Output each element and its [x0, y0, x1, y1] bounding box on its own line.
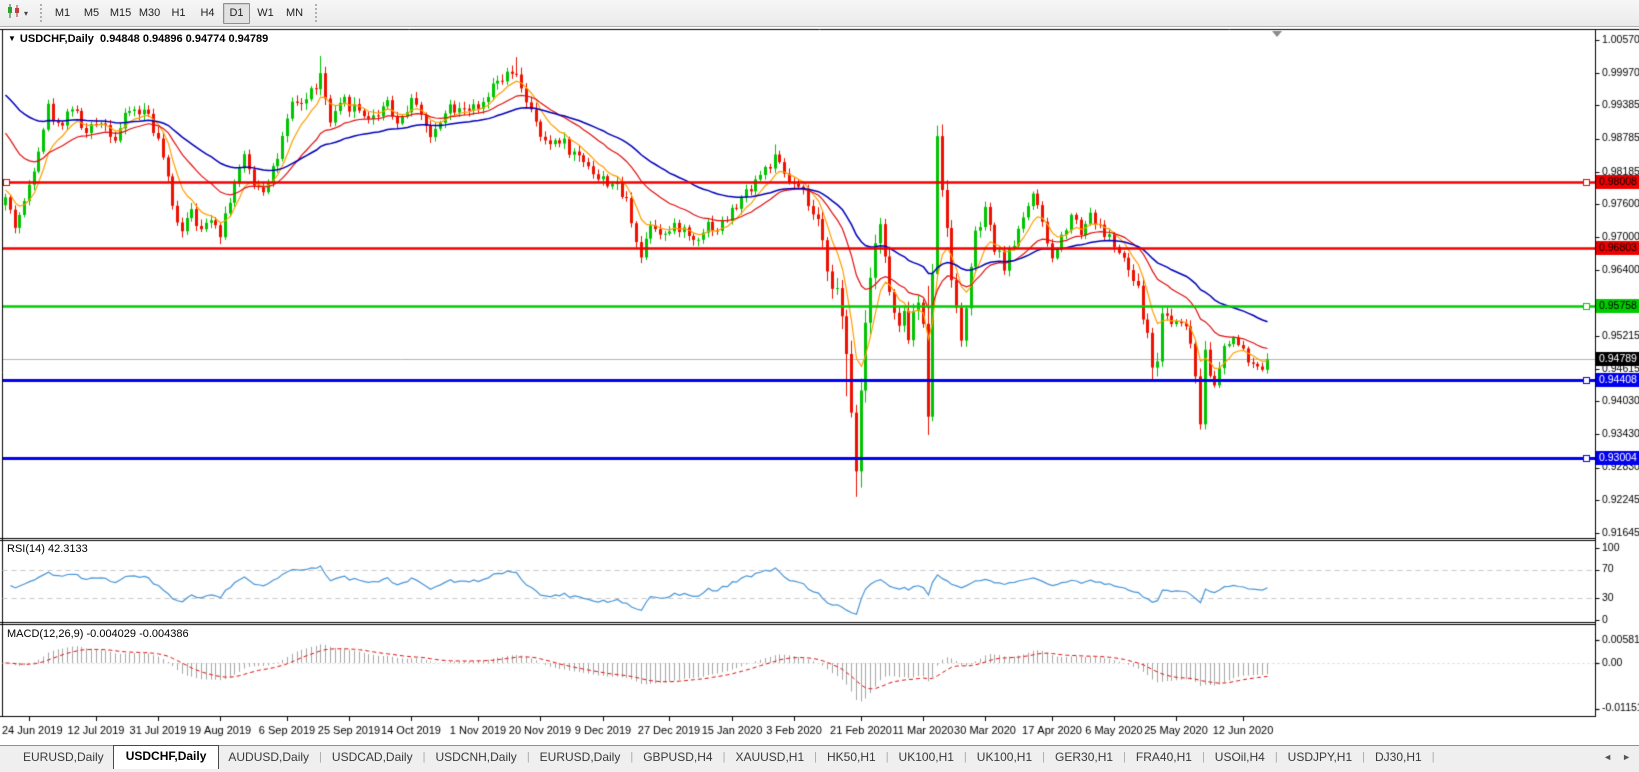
candlestick-tool-icon[interactable]: [6, 3, 22, 24]
timeframe-button-d1[interactable]: D1: [223, 3, 250, 24]
chart-tool-cluster[interactable]: ▾: [0, 3, 34, 24]
chart-surface[interactable]: [0, 0, 1639, 772]
chart-tab-usdcnh-daily[interactable]: USDCNH,Daily: [426, 747, 525, 768]
mt4-window: ▾ M1M5M15M30H1H4D1W1MN ▼USDCHF,Daily 0.9…: [0, 0, 1639, 772]
chart-tab-usoil-h4[interactable]: USOil,H4: [1206, 747, 1274, 768]
timeframe-buttons: M1M5M15M30H1H4D1W1MN: [48, 3, 309, 24]
tab-scroll-right-button[interactable]: ►: [1622, 752, 1631, 762]
timeframe-button-m5[interactable]: M5: [78, 3, 105, 24]
timeframe-button-m30[interactable]: M30: [136, 3, 163, 24]
chart-tab-hk50-h1[interactable]: HK50,H1: [818, 747, 885, 768]
tab-scroll-left-button[interactable]: ◄: [1603, 752, 1612, 762]
toolbar-grip[interactable]: [314, 4, 318, 22]
chart-tab-uk100-h1[interactable]: UK100,H1: [890, 747, 963, 768]
chart-tab-ger30-h1[interactable]: GER30,H1: [1046, 747, 1122, 768]
chart-tabs: EURUSD,DailyUSDCHF,DailyAUDUSD,Daily|USD…: [14, 746, 1436, 768]
timeframe-button-mn[interactable]: MN: [281, 3, 308, 24]
timeframe-button-m1[interactable]: M1: [49, 3, 76, 24]
chart-tab-eurusd-daily[interactable]: EURUSD,Daily: [531, 747, 630, 768]
timeframe-button-w1[interactable]: W1: [252, 3, 279, 24]
timeframe-button-m15[interactable]: M15: [107, 3, 134, 24]
chart-tab-usdcad-daily[interactable]: USDCAD,Daily: [323, 747, 422, 768]
chart-tab-audusd-daily[interactable]: AUDUSD,Daily: [219, 747, 318, 768]
chevron-down-icon[interactable]: ▾: [24, 9, 28, 18]
timeframe-button-h1[interactable]: H1: [165, 3, 192, 24]
tab-scroll-arrows: ◄ ►: [1603, 752, 1631, 762]
chart-tab-dj30-h1[interactable]: DJ30,H1: [1366, 747, 1431, 768]
chart-tab-usdjpy-h1[interactable]: USDJPY,H1: [1279, 747, 1361, 768]
chart-tab-xauusd-h1[interactable]: XAUUSD,H1: [726, 747, 813, 768]
chart-tab-fra40-h1[interactable]: FRA40,H1: [1127, 747, 1201, 768]
chart-tab-bar: EURUSD,DailyUSDCHF,DailyAUDUSD,Daily|USD…: [0, 745, 1639, 772]
chart-tab-usdchf-daily[interactable]: USDCHF,Daily: [113, 745, 220, 769]
chart-tab-gbpusd-h4[interactable]: GBPUSD,H4: [634, 747, 721, 768]
chart-tab-uk100-h1[interactable]: UK100,H1: [968, 747, 1041, 768]
timeframe-toolbar: ▾ M1M5M15M30H1H4D1W1MN: [0, 0, 1639, 27]
toolbar-grip[interactable]: [39, 4, 43, 22]
tab-separator: |: [1431, 751, 1436, 763]
chart-tab-eurusd-daily[interactable]: EURUSD,Daily: [14, 747, 113, 768]
timeframe-button-h4[interactable]: H4: [194, 3, 221, 24]
